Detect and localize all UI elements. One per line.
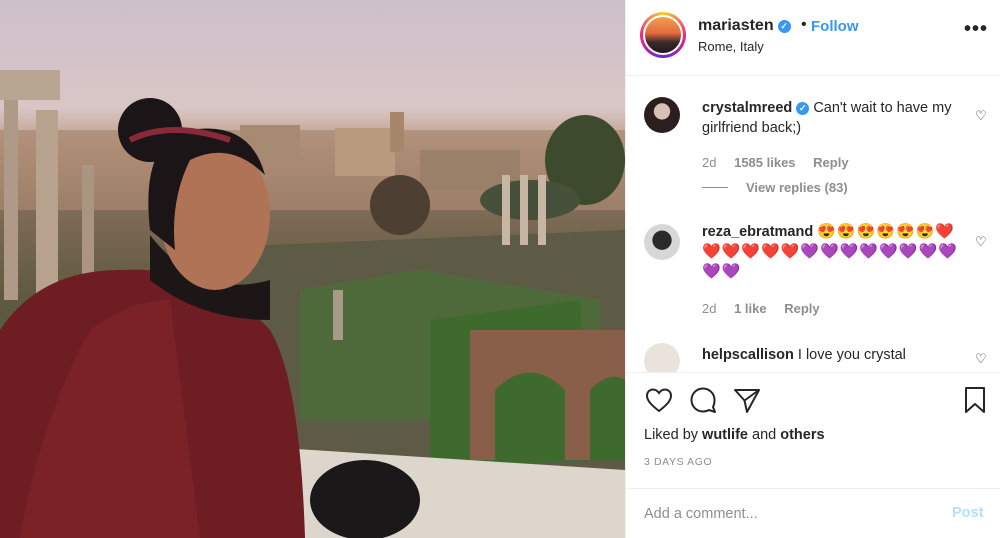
author-username[interactable]: mariasten ✓ [698, 17, 791, 35]
liked-by-others[interactable]: others [780, 427, 824, 443]
share-paper-plane-icon[interactable] [732, 385, 762, 415]
author-avatar[interactable] [640, 12, 686, 58]
commenter-username[interactable]: helpscallison [702, 347, 794, 363]
follow-button[interactable]: Follow [811, 18, 859, 35]
view-replies-button[interactable]: View replies (83) [702, 180, 848, 195]
liked-by-summary: Liked by wutlife and others [644, 427, 825, 443]
comment-text: helpscallison I love you crystal [702, 345, 964, 365]
commenter-avatar[interactable] [644, 343, 680, 372]
save-bookmark-icon[interactable] [960, 385, 990, 415]
post-side-panel: mariasten ✓ • Follow Rome, Italy ••• crys… [625, 0, 1000, 538]
like-comment-heart-icon[interactable]: ♡ [975, 108, 987, 124]
commenter-avatar[interactable] [644, 224, 680, 260]
like-comment-heart-icon[interactable]: ♡ [975, 234, 987, 250]
commenter-avatar[interactable] [644, 97, 680, 133]
comment-meta: 2d 1 like Reply [702, 301, 834, 316]
reply-button[interactable]: Reply [784, 301, 819, 316]
post-timestamp[interactable]: 3 DAYS AGO [644, 456, 712, 468]
view-replies-line [702, 187, 728, 188]
comments-list[interactable]: crystalmreed ✓ Can't wait to have my girl… [626, 77, 1000, 372]
commenter-username[interactable]: reza_ebratmand [702, 224, 813, 240]
comment-likes[interactable]: 1 like [734, 301, 767, 316]
verified-badge-icon: ✓ [796, 102, 810, 115]
verified-badge-icon: ✓ [777, 20, 791, 33]
post-actions: Liked by wutlife and others 3 DAYS AGO [626, 372, 1000, 490]
like-comment-heart-icon[interactable]: ♡ [975, 351, 987, 367]
commenter-username[interactable]: crystalmreed [702, 100, 792, 116]
comment-meta: 2d 1585 likes Reply [702, 155, 863, 170]
post-location[interactable]: Rome, Italy [698, 39, 764, 54]
post-header: mariasten ✓ • Follow Rome, Italy ••• [626, 0, 1000, 76]
liked-by-user[interactable]: wutlife [702, 427, 748, 443]
add-comment-input[interactable] [644, 503, 924, 525]
comment-age[interactable]: 2d [702, 301, 716, 316]
comment-text: reza_ebratmand 😍😍😍😍😍😍❤️❤️❤️❤️❤️❤️💜💜💜💜💜💜💜… [702, 222, 964, 282]
header-separator: • [801, 16, 807, 33]
photo-scene [0, 70, 625, 538]
post-photo[interactable] [0, 0, 625, 538]
reply-button[interactable]: Reply [813, 155, 848, 170]
post-comment-button[interactable]: Post [952, 505, 983, 521]
like-heart-icon[interactable] [644, 385, 674, 415]
comment-body: I love you crystal [797, 347, 906, 363]
comment-likes[interactable]: 1585 likes [734, 155, 795, 170]
comment-text: crystalmreed ✓ Can't wait to have my girl… [702, 98, 964, 138]
comment-age[interactable]: 2d [702, 155, 716, 170]
comment-composer: Post [626, 488, 1000, 538]
more-options-button[interactable]: ••• [964, 18, 988, 41]
comment-bubble-icon[interactable] [688, 385, 718, 415]
